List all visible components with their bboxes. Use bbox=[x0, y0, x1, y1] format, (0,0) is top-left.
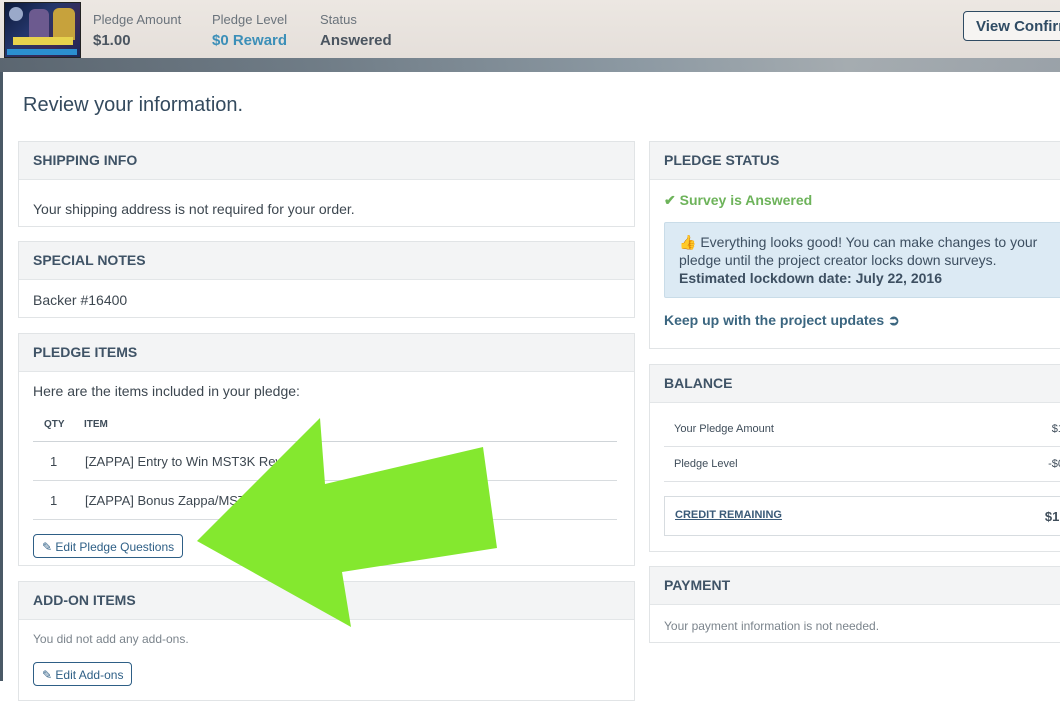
check-circle-icon: ✔ bbox=[664, 192, 676, 208]
pledge-items-table: QTY ITEM 1 [ZAPPA] Entry to Win MST3K Re… bbox=[33, 413, 617, 520]
lockdown-date: Estimated lockdown date: July 22, 2016 bbox=[679, 270, 942, 286]
pledge-amount-value: $1.00 bbox=[93, 32, 131, 49]
credit-remaining-label: CREDIT REMAINING bbox=[675, 508, 782, 521]
balance-row-value: $1 bbox=[1051, 423, 1060, 435]
project-updates-label: Keep up with the project updates bbox=[664, 312, 885, 328]
status-value: Answered bbox=[320, 32, 392, 49]
item-name: [ZAPPA] Entry to Win MST3K Reward bbox=[84, 441, 617, 481]
pledge-amount-field: Pledge Amount $1.00 bbox=[93, 12, 181, 52]
credit-remaining-box: CREDIT REMAINING $1. bbox=[664, 496, 1060, 536]
special-notes-panel: SPECIAL NOTES Backer #16400 bbox=[18, 241, 635, 318]
pledge-level-value: $0 Reward bbox=[212, 32, 288, 49]
project-thumbnail[interactable] bbox=[4, 2, 81, 58]
pencil-icon: ✎ bbox=[42, 540, 53, 554]
table-row: 1 [ZAPPA] Bonus Zappa/MST3K C bbox=[33, 480, 617, 520]
balance-row: Your Pledge Amount $1 bbox=[664, 412, 1060, 447]
item-column-header: ITEM bbox=[84, 413, 617, 442]
pledge-items-title: PLEDGE ITEMS bbox=[19, 334, 634, 372]
balance-row-value: -$0 bbox=[1048, 458, 1060, 470]
addon-items-panel: ADD-ON ITEMS You did not add any add-ons… bbox=[18, 581, 635, 701]
survey-status-text: Survey is Answered bbox=[679, 192, 813, 208]
status-label: Status bbox=[320, 12, 357, 27]
item-name: [ZAPPA] Bonus Zappa/MST3K C bbox=[84, 480, 617, 520]
balance-row-label: Pledge Level bbox=[674, 458, 738, 470]
edit-pledge-questions-label: Edit Pledge Questions bbox=[55, 540, 175, 554]
payment-panel: PAYMENT Your payment information is not … bbox=[649, 566, 1060, 643]
pledge-status-title: PLEDGE STATUS bbox=[650, 142, 1060, 180]
pledge-level-field: Pledge Level $0 Reward bbox=[212, 12, 287, 52]
status-info-text: Everything looks good! You can make chan… bbox=[679, 234, 1038, 268]
edit-addons-label: Edit Add-ons bbox=[55, 668, 124, 682]
special-notes-title: SPECIAL NOTES bbox=[19, 242, 634, 280]
pledge-items-intro: Here are the items included in your pled… bbox=[33, 383, 300, 399]
pledge-items-panel: PLEDGE ITEMS Here are the items included… bbox=[18, 333, 635, 566]
special-notes-text: Backer #16400 bbox=[33, 292, 128, 308]
status-field: Status Answered bbox=[320, 12, 392, 52]
thumbs-up-icon: 👍 bbox=[679, 234, 697, 250]
balance-title: BALANCE bbox=[650, 365, 1060, 403]
addon-items-title: ADD-ON ITEMS bbox=[19, 582, 634, 620]
pledge-amount-label: Pledge Amount bbox=[93, 12, 182, 27]
pencil-icon: ✎ bbox=[42, 668, 53, 682]
status-info-box: 👍 Everything looks good! You can make ch… bbox=[664, 222, 1060, 298]
pledge-status-panel: PLEDGE STATUS ✔ Survey is Answered 👍 Eve… bbox=[649, 141, 1060, 349]
edit-pledge-questions-button[interactable]: ✎ Edit Pledge Questions bbox=[33, 534, 184, 558]
item-qty: 1 bbox=[33, 480, 84, 520]
pledge-header-bar: Pledge Amount $1.00 Pledge Level $0 Rewa… bbox=[0, 0, 1060, 72]
payment-title: PAYMENT bbox=[650, 567, 1060, 605]
page-title: Review your information. bbox=[23, 94, 244, 116]
table-row: 1 [ZAPPA] Entry to Win MST3K Reward bbox=[33, 441, 617, 481]
pledge-level-label: Pledge Level bbox=[212, 12, 288, 27]
balance-row-label: Your Pledge Amount bbox=[674, 423, 774, 435]
left-edge-bar bbox=[0, 72, 3, 681]
header-divider bbox=[0, 58, 1060, 72]
project-updates-link[interactable]: Keep up with the project updates ➲ bbox=[664, 312, 1060, 329]
payment-text: Your payment information is not needed. bbox=[664, 619, 880, 633]
shipping-info-panel: SHIPPING INFO Your shipping address is n… bbox=[18, 141, 635, 227]
addon-items-text: You did not add any add-ons. bbox=[33, 632, 189, 646]
shipping-info-title: SHIPPING INFO bbox=[19, 142, 634, 180]
survey-status: ✔ Survey is Answered bbox=[664, 192, 1060, 209]
item-qty: 1 bbox=[33, 441, 84, 481]
view-confirmation-button[interactable]: View Confirm bbox=[963, 11, 1060, 41]
qty-column-header: QTY bbox=[33, 413, 84, 442]
credit-remaining-value: $1. bbox=[1044, 508, 1060, 524]
balance-panel: BALANCE Your Pledge Amount $1 Pledge Lev… bbox=[649, 364, 1060, 552]
shipping-info-text: Your shipping address is not required fo… bbox=[33, 201, 355, 217]
edit-addons-button[interactable]: ✎ Edit Add-ons bbox=[33, 662, 133, 686]
arrow-circle-right-icon: ➲ bbox=[888, 312, 900, 328]
balance-row: Pledge Level -$0 bbox=[664, 447, 1060, 482]
